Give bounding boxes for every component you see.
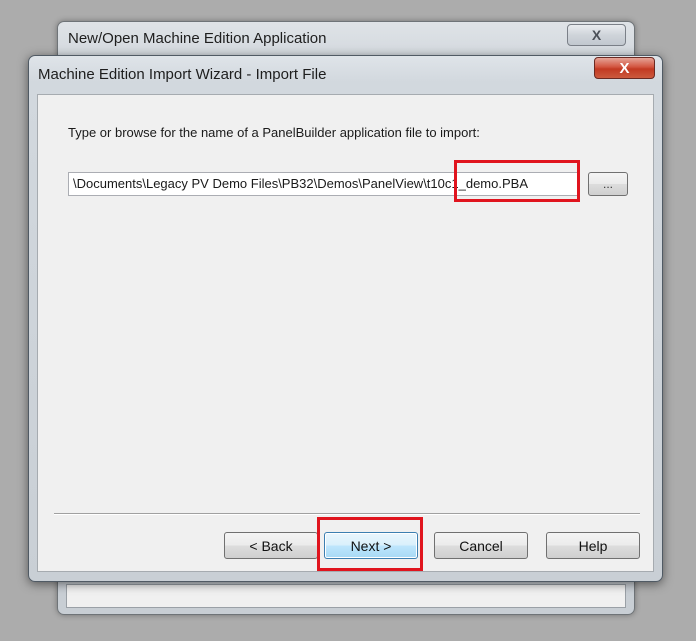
import-wizard-dialog: Machine Edition Import Wizard - Import F… (28, 55, 663, 582)
cancel-button[interactable]: Cancel (434, 532, 528, 559)
file-prompt-label: Type or browse for the name of a PanelBu… (68, 125, 480, 140)
wizard-title: Machine Edition Import Wizard - Import F… (38, 66, 327, 83)
background-window-title: New/Open Machine Edition Application (68, 30, 327, 47)
close-icon: X (619, 59, 630, 77)
back-button[interactable]: < Back (224, 532, 318, 559)
browse-button[interactable]: ... (588, 172, 628, 196)
next-button[interactable]: Next > (324, 532, 418, 559)
background-window-close-button[interactable]: X (567, 24, 626, 46)
file-path-input[interactable]: \Documents\Legacy PV Demo Files\PB32\Dem… (68, 172, 578, 196)
screen: New/Open Machine Edition Application X M… (0, 0, 696, 641)
close-icon: X (591, 27, 602, 43)
help-button[interactable]: Help (546, 532, 640, 559)
wizard-close-button[interactable]: X (594, 57, 655, 79)
footer-divider (54, 513, 640, 515)
wizard-content: Type or browse for the name of a PanelBu… (37, 94, 654, 572)
background-window-status-strip (66, 584, 626, 608)
